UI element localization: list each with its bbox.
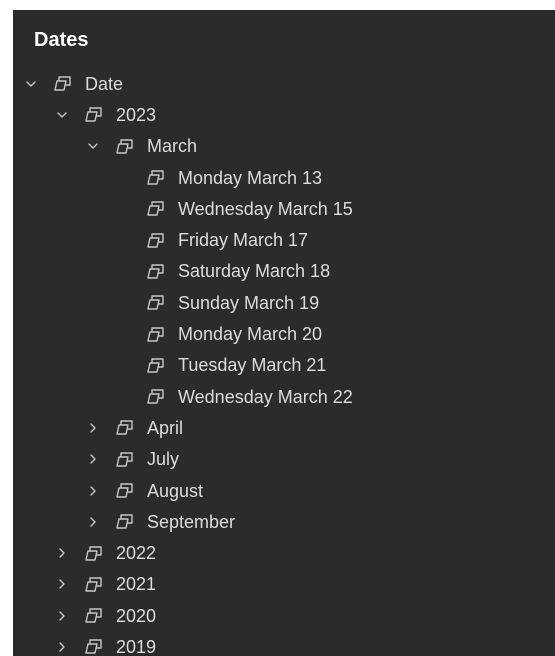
- tree-item-label: 2020: [116, 605, 157, 626]
- tree-item-label: Saturday March 18: [178, 261, 331, 282]
- tree-row[interactable]: 2019: [13, 631, 555, 656]
- tree-row[interactable]: Saturday March 18: [13, 256, 555, 287]
- tree-row[interactable]: 2021: [13, 569, 555, 600]
- stack-icon: [146, 294, 166, 312]
- tree-item-label: Wednesday March 22: [178, 386, 353, 407]
- stack-icon: [115, 137, 135, 155]
- chevron-down-icon[interactable]: [85, 138, 101, 154]
- chevron-right-icon[interactable]: [54, 639, 70, 655]
- tree-item-label: Date: [85, 73, 124, 94]
- tree-item-label: September: [147, 511, 236, 532]
- stack-icon: [146, 325, 166, 343]
- tree-item-label: July: [147, 449, 180, 470]
- tree-item-label: 2022: [116, 543, 157, 564]
- chevron-right-icon[interactable]: [54, 608, 70, 624]
- tree-item-label: Tuesday March 21: [178, 355, 327, 376]
- stack-icon: [115, 482, 135, 500]
- tree-item-label: Monday March 20: [178, 324, 323, 345]
- chevron-right-icon[interactable]: [85, 483, 101, 499]
- stack-icon: [146, 169, 166, 187]
- stack-icon: [84, 638, 104, 656]
- stack-icon: [53, 75, 73, 93]
- tree-item-label: Wednesday March 15: [178, 198, 353, 219]
- chevron-right-icon[interactable]: [85, 451, 101, 467]
- stack-icon: [84, 575, 104, 593]
- tree-row[interactable]: March: [13, 131, 555, 162]
- tree-row[interactable]: April: [13, 412, 555, 443]
- tree-item-label: 2023: [116, 104, 157, 125]
- chevron-right-icon[interactable]: [54, 576, 70, 592]
- tree-row[interactable]: Sunday March 19: [13, 287, 555, 318]
- tree-row[interactable]: Monday March 20: [13, 318, 555, 349]
- tree-item-label: Sunday March 19: [178, 292, 320, 313]
- tree-item-label: 2021: [116, 574, 157, 595]
- stack-icon: [84, 607, 104, 625]
- tree-item-label: March: [147, 136, 198, 157]
- chevron-right-icon[interactable]: [85, 514, 101, 530]
- tree-row[interactable]: August: [13, 475, 555, 506]
- date-tree: Date 2023 March Monday March 13 Wednesday Ma…: [13, 68, 555, 656]
- tree-row[interactable]: 2023: [13, 99, 555, 130]
- stack-icon: [146, 356, 166, 374]
- stack-icon: [146, 200, 166, 218]
- stack-icon: [84, 106, 104, 124]
- tree-item-label: 2019: [116, 636, 157, 656]
- stack-icon: [146, 231, 166, 249]
- stack-icon: [146, 262, 166, 280]
- stack-icon: [115, 450, 135, 468]
- chevron-right-icon[interactable]: [85, 420, 101, 436]
- tree-row[interactable]: Tuesday March 21: [13, 350, 555, 381]
- tree-item-label: August: [147, 480, 204, 501]
- stack-icon: [84, 544, 104, 562]
- chevron-down-icon[interactable]: [54, 107, 70, 123]
- tree-row[interactable]: Wednesday March 15: [13, 193, 555, 224]
- tree-item-label: April: [147, 417, 184, 438]
- chevron-right-icon[interactable]: [54, 545, 70, 561]
- chevron-down-icon[interactable]: [23, 76, 39, 92]
- tree-row[interactable]: 2020: [13, 600, 555, 631]
- tree-item-label: Monday March 13: [178, 167, 323, 188]
- tree-item-label: Friday March 17: [178, 230, 309, 251]
- tree-row[interactable]: July: [13, 444, 555, 475]
- panel-title: Dates: [34, 29, 89, 51]
- tree-row[interactable]: Monday March 13: [13, 162, 555, 193]
- tree-row[interactable]: 2022: [13, 537, 555, 568]
- stack-icon: [115, 513, 135, 531]
- tree-row[interactable]: Friday March 17: [13, 224, 555, 255]
- stack-icon: [115, 419, 135, 437]
- tree-row[interactable]: Date: [13, 68, 555, 99]
- tree-row[interactable]: Wednesday March 22: [13, 381, 555, 412]
- dates-panel: Dates Date 2023 March Monday March 13 Wednes…: [13, 10, 555, 656]
- stack-icon: [146, 388, 166, 406]
- tree-row[interactable]: September: [13, 506, 555, 537]
